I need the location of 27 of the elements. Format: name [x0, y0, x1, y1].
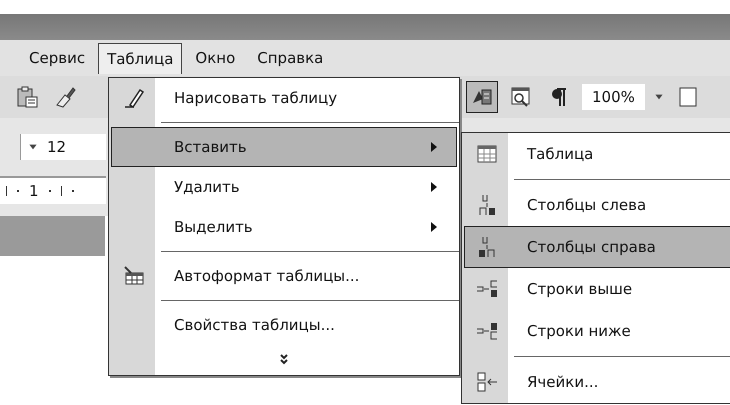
- menu-entry[interactable]: Строки выше: [464, 268, 730, 310]
- submenu-arrow-icon: [430, 142, 438, 152]
- menu-entry[interactable]: Вставить: [111, 127, 457, 167]
- submenu-arrow-icon: [430, 182, 438, 192]
- font-size-value: 12: [47, 138, 66, 156]
- submenu-arrow-icon: [430, 222, 438, 232]
- menu-entry[interactable]: Выделить: [111, 207, 457, 247]
- table-tools-icon[interactable]: [466, 81, 498, 113]
- expand-chevron-icon[interactable]: [279, 354, 289, 366]
- ruler-number: 1: [29, 182, 39, 200]
- menu-entry[interactable]: Нарисовать таблицу: [111, 78, 457, 118]
- menu-item[interactable]: Окно: [186, 42, 244, 74]
- menu-entry[interactable]: Строки ниже: [464, 310, 730, 352]
- menu-item[interactable]: Справка: [248, 42, 332, 74]
- menu-entry[interactable]: Удалить: [111, 167, 457, 207]
- menu-item[interactable]: Сервис: [20, 42, 94, 74]
- insert-cells-icon: [475, 370, 499, 394]
- zoom-field[interactable]: 100%: [582, 84, 645, 110]
- menu-item[interactable]: Таблица: [98, 42, 182, 74]
- menu-entry[interactable]: Свойства таблицы...: [111, 305, 457, 345]
- menu-entry[interactable]: Таблица: [464, 133, 730, 175]
- menu-entry[interactable]: Автоформат таблицы...: [111, 256, 457, 296]
- menu-entry[interactable]: Ячейки...: [464, 361, 730, 403]
- menu-entry[interactable]: Столбцы слева: [464, 184, 730, 226]
- pencil-icon: [122, 86, 146, 110]
- font-size-field[interactable]: 12: [20, 134, 106, 160]
- menu-entry[interactable]: Столбцы справа: [464, 226, 730, 268]
